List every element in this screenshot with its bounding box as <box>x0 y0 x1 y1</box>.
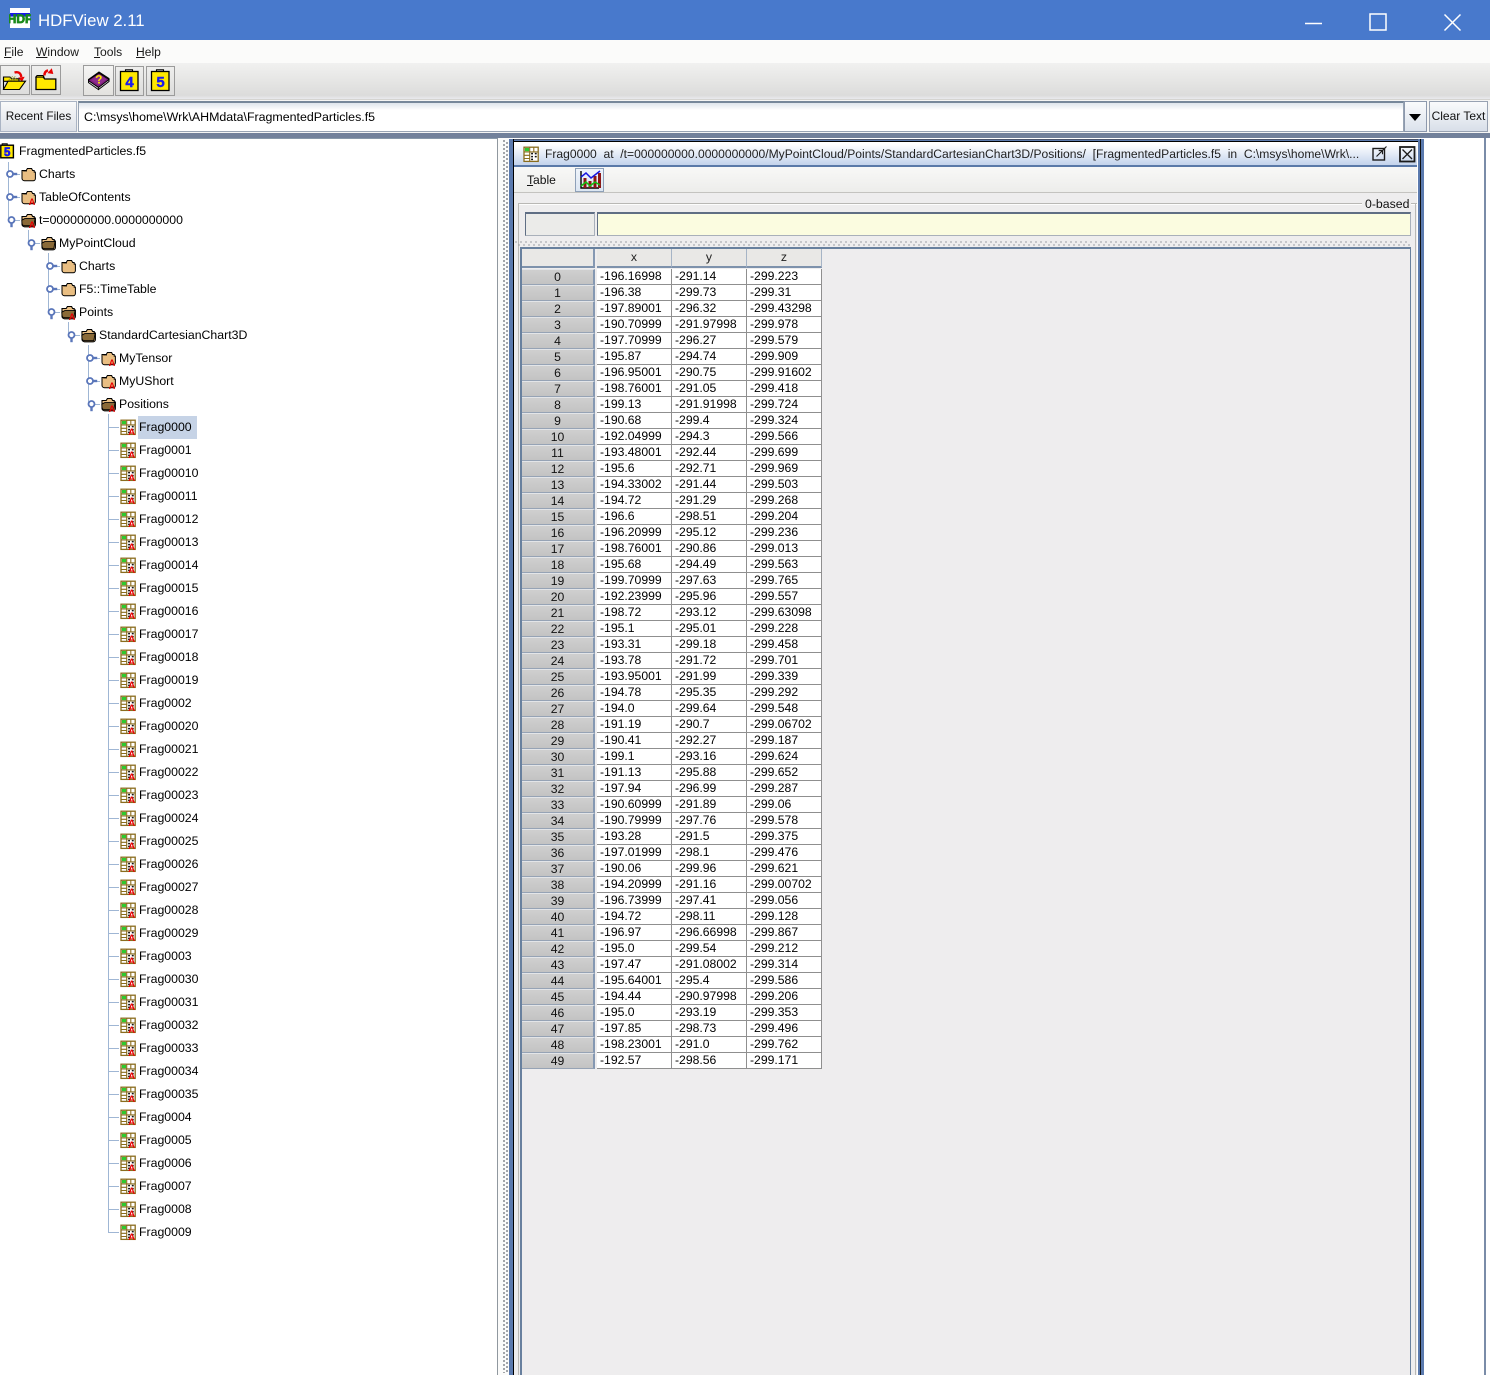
svg-text:A: A <box>128 818 135 827</box>
svg-text:A: A <box>128 657 135 666</box>
svg-text:A: A <box>128 1002 135 1011</box>
svg-text:A: A <box>128 887 135 896</box>
svg-text:A: A <box>128 1163 135 1172</box>
svg-text:A: A <box>128 634 135 643</box>
svg-text:?: ? <box>95 72 104 87</box>
svg-text:A: A <box>128 933 135 942</box>
svg-text:A: A <box>128 611 135 620</box>
svg-text:5: 5 <box>4 147 11 159</box>
svg-text:A: A <box>128 680 135 689</box>
svg-text:A: A <box>128 427 135 436</box>
svg-text:A: A <box>29 220 36 229</box>
svg-text:A: A <box>128 1071 135 1080</box>
svg-text:A: A <box>128 864 135 873</box>
svg-text:A: A <box>69 312 76 321</box>
svg-text:A: A <box>109 404 116 413</box>
svg-text:A: A <box>128 703 135 712</box>
svg-text:A: A <box>128 841 135 850</box>
svg-text:A: A <box>128 1232 135 1241</box>
svg-text:A: A <box>128 726 135 735</box>
svg-text:A: A <box>128 1048 135 1057</box>
svg-text:A: A <box>128 979 135 988</box>
svg-text:A: A <box>128 749 135 758</box>
svg-text:A: A <box>128 565 135 574</box>
svg-text:A: A <box>128 1140 135 1149</box>
svg-text:A: A <box>128 772 135 781</box>
svg-text:A: A <box>128 1094 135 1103</box>
svg-text:A: A <box>128 1186 135 1195</box>
svg-text:A: A <box>128 450 135 459</box>
svg-text:A: A <box>128 956 135 965</box>
svg-text:A: A <box>109 381 116 390</box>
svg-text:A: A <box>128 1209 135 1218</box>
svg-text:A: A <box>109 358 116 367</box>
svg-text:A: A <box>128 588 135 597</box>
svg-text:5: 5 <box>156 74 164 91</box>
svg-text:A: A <box>128 519 135 528</box>
svg-text:A: A <box>128 1025 135 1034</box>
svg-text:A: A <box>128 1117 135 1126</box>
svg-text:A: A <box>128 542 135 551</box>
svg-text:A: A <box>128 910 135 919</box>
svg-text:A: A <box>128 496 135 505</box>
svg-text:A: A <box>128 473 135 482</box>
svg-text:A: A <box>128 795 135 804</box>
svg-text:4: 4 <box>125 74 134 91</box>
svg-text:A: A <box>29 197 36 206</box>
svg-text:HDF: HDF <box>9 12 31 26</box>
